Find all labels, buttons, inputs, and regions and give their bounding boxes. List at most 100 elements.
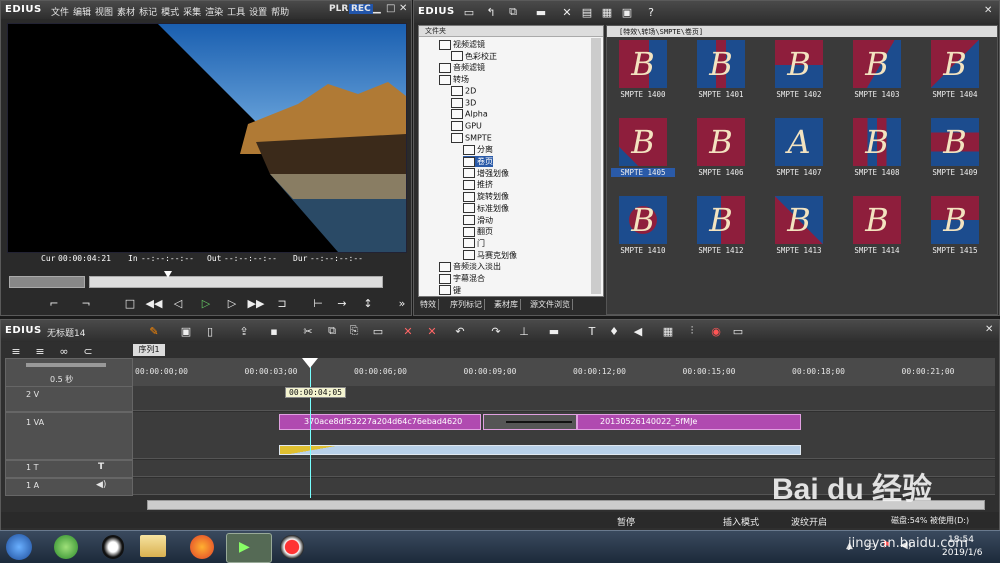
transition-thumbnail[interactable]: B [697, 40, 745, 88]
zoom-value[interactable]: 0.5 秒 [50, 374, 73, 385]
tree-item[interactable]: 标准划像 [463, 203, 509, 214]
thumbnail-label[interactable]: SMPTE 1406 [689, 168, 753, 177]
tree-item[interactable]: 视频滤镜 [439, 39, 485, 50]
thumbnail-label[interactable]: SMPTE 1408 [845, 168, 909, 177]
menu-item[interactable]: 编辑 [73, 8, 91, 18]
tree-item[interactable]: 马赛克划像 [463, 250, 517, 261]
delete-clip-icon[interactable]: ✕ [401, 324, 415, 338]
copy-icon[interactable]: ⧉ [506, 5, 520, 19]
help-icon[interactable]: ? [644, 5, 658, 19]
tree-item[interactable]: 滑动 [463, 215, 493, 226]
timeline-ruler[interactable]: 00:00:00;00 00:00:03;00 00:00:06;00 00:00:0… [133, 358, 995, 386]
trim-icon[interactable]: ↕ [361, 296, 375, 310]
transition-thumbnail[interactable]: B [853, 118, 901, 166]
360-browser-icon[interactable] [54, 535, 78, 559]
ripple-delete-icon[interactable]: ✕ [425, 324, 439, 338]
track-head-2v[interactable]: 2 V [5, 386, 133, 412]
maximize-icon[interactable]: □ [386, 3, 395, 14]
transition-thumbnail[interactable]: B [931, 40, 979, 88]
qq-icon[interactable] [102, 535, 124, 559]
tree-item[interactable]: 色彩校正 [451, 51, 497, 62]
thumbnail-label[interactable]: SMPTE 1415 [923, 246, 987, 255]
mode-icon-3[interactable]: ∞ [57, 344, 71, 358]
thumbnail-label[interactable]: SMPTE 1412 [689, 246, 753, 255]
track-head-1a[interactable]: 1 A ◀) [5, 478, 133, 496]
loop-icon[interactable]: ⊐ [275, 296, 289, 310]
table-icon[interactable]: ▦ [661, 324, 675, 338]
transition-thumbnail[interactable]: B [775, 196, 823, 244]
new-sequence-icon[interactable]: ✎ [147, 324, 161, 338]
explorer-icon[interactable] [140, 535, 166, 557]
tree-item[interactable]: Alpha [451, 109, 488, 120]
thumbnail-label[interactable]: SMPTE 1401 [689, 90, 753, 99]
playhead[interactable] [310, 358, 311, 498]
mic-icon[interactable]: ♦ [607, 324, 621, 338]
thumbnail-label[interactable]: SMPTE 1405 [611, 168, 675, 177]
transition-thumbnail[interactable]: B [853, 196, 901, 244]
redo-icon[interactable]: ↷ [489, 324, 503, 338]
list-icon[interactable]: ▤ [580, 5, 594, 19]
copy-clip-icon[interactable]: ⧉ [325, 324, 339, 338]
folder-icon[interactable]: ▭ [462, 5, 476, 19]
menu-item[interactable]: 工具 [227, 8, 245, 18]
tree-item[interactable]: 推挤 [463, 179, 493, 190]
track-head-1va[interactable]: 1 VA [5, 412, 133, 460]
shuttle-bar[interactable] [9, 276, 85, 288]
timeline-close-icon[interactable]: ✕ [985, 324, 993, 335]
fast-forward-icon[interactable]: ▶▶ [248, 296, 265, 310]
tree-item[interactable]: 门 [463, 238, 485, 249]
tree-item[interactable]: 音频滤镜 [439, 62, 485, 73]
track-lane-1va[interactable]: 370ace8df53227a204d64c76ebad4620 2013052… [133, 412, 995, 459]
grid-icon[interactable]: ▦ [600, 5, 614, 19]
plr-label[interactable]: PLR [329, 4, 348, 14]
menu-item[interactable]: 模式 [161, 8, 179, 18]
tree-item[interactable]: 音频淡入淡出 [439, 261, 501, 272]
zoom-slider[interactable] [26, 363, 106, 367]
delete-icon[interactable]: ✕ [560, 5, 574, 19]
effects-tab[interactable]: 源文件浏览 [528, 299, 573, 310]
insert-icon[interactable]: ⊢ [311, 296, 325, 310]
scrub-handle[interactable] [164, 271, 172, 278]
save-icon[interactable]: ▪ [267, 324, 281, 338]
close-icon[interactable]: ✕ [399, 3, 407, 14]
import-icon[interactable]: ⇪ [237, 324, 251, 338]
tree-item[interactable]: 翻页 [463, 226, 493, 237]
prev-frame-icon[interactable]: ◁ [171, 296, 185, 310]
transition-thumbnail[interactable]: B [931, 196, 979, 244]
menu-item[interactable]: 采集 [183, 8, 201, 18]
record-target-icon[interactable]: ◉ [709, 324, 723, 338]
set-out-icon[interactable]: ¬ [79, 296, 93, 310]
thumbnail-label[interactable]: SMPTE 1403 [845, 90, 909, 99]
expand-icon[interactable]: » [395, 296, 409, 310]
effects-tab[interactable]: 序列标记 [448, 299, 485, 310]
properties-icon[interactable]: ▣ [620, 5, 634, 19]
thumbnail-label[interactable]: SMPTE 1409 [923, 168, 987, 177]
next-frame-icon[interactable]: ▷ [225, 296, 239, 310]
playhead-marker[interactable] [302, 358, 318, 368]
stop-icon[interactable]: □ [123, 296, 137, 310]
open-icon[interactable]: ▣ [179, 324, 193, 338]
mixer-icon[interactable]: ⫶ [685, 324, 699, 338]
transition-thumbnail[interactable]: B [619, 118, 667, 166]
transition-thumbnail[interactable]: A [775, 118, 823, 166]
status-insert-mode[interactable]: 插入模式 [723, 515, 759, 528]
tree-item[interactable]: 键 [439, 285, 461, 296]
transition-thumbnail[interactable]: B [931, 118, 979, 166]
effects-close-icon[interactable]: ✕ [984, 5, 992, 16]
tree-item[interactable]: 3D [451, 97, 476, 108]
link-icon[interactable]: ▬ [547, 324, 561, 338]
split-icon[interactable]: ⊥ [517, 324, 531, 338]
rewind-icon[interactable]: ◀◀ [146, 296, 163, 310]
tree-item[interactable]: GPU [451, 120, 482, 131]
overwrite-icon[interactable]: → [335, 296, 349, 310]
tree-item[interactable]: 分离 [463, 144, 493, 155]
play-icon[interactable]: ▷ [199, 296, 213, 310]
transition-thumbnail[interactable]: B [619, 40, 667, 88]
view-icon[interactable]: ▬ [534, 5, 548, 19]
start-button[interactable] [6, 534, 32, 560]
video-clip-2[interactable]: 20130526140022_5fMJe [577, 414, 801, 430]
tree-item[interactable]: 2D [451, 85, 476, 96]
rec-label[interactable]: REC [349, 4, 373, 14]
effects-tab[interactable]: 素材库 [492, 299, 521, 310]
menu-item[interactable]: 文件 [51, 8, 69, 18]
